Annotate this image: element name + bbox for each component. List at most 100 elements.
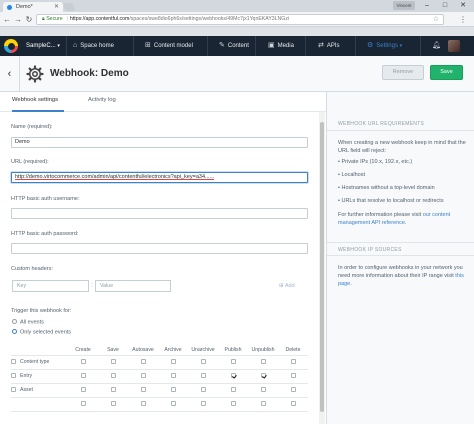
nav-content-model[interactable]: ⊞ Content model [145, 36, 193, 56]
event-checkbox[interactable] [290, 373, 296, 379]
nav-label: Settings [376, 43, 398, 49]
url-path: /spaces/swe8dio6ph6s/settings/webhooks/4… [129, 16, 290, 22]
url-requirements-more: For further information please visit our… [338, 211, 466, 227]
help-sidebar: WEBHOOK URL REQUIREMENTS When creating a… [326, 92, 474, 424]
event-checkbox[interactable] [290, 359, 296, 365]
event-checkbox[interactable] [140, 373, 146, 379]
entity-type-label: Content type [20, 359, 50, 365]
event-checkbox[interactable] [200, 359, 206, 365]
event-cell [218, 355, 248, 370]
nav-space-home[interactable]: ⌂ Space home [73, 36, 114, 56]
user-avatar[interactable] [448, 40, 460, 52]
bookmark-star-icon[interactable]: ☆ [433, 15, 439, 24]
event-cell [188, 355, 218, 370]
address-bar: ← → ↻ 🔒︎ Secure | https://app.contentful… [0, 12, 474, 27]
event-row-name: Asset [11, 383, 68, 398]
column-select-cell [98, 397, 128, 412]
tab-webhook-settings[interactable]: Webhook settings [12, 92, 64, 112]
name-field[interactable]: Demo [11, 137, 308, 148]
save-button[interactable]: Save [430, 65, 463, 80]
nav-content[interactable]: ✎ Content [219, 36, 249, 56]
event-checkbox[interactable] [170, 359, 176, 365]
browser-tab[interactable]: Demo* ✕ [3, 2, 63, 12]
browser-menu-icon[interactable]: ⋮ [458, 14, 468, 25]
contentful-logo[interactable] [4, 39, 18, 53]
event-checkbox[interactable] [260, 373, 266, 379]
nav-media[interactable]: ▣ Media [268, 36, 294, 56]
column-select-checkbox[interactable] [230, 401, 236, 407]
password-field[interactable] [11, 243, 308, 254]
row-select-checkbox[interactable] [11, 387, 16, 393]
url-field[interactable]: http://demo.virtocommerce.com/admin/api/… [11, 172, 308, 183]
event-checkbox[interactable] [140, 359, 146, 365]
event-checkbox[interactable] [140, 387, 146, 393]
event-checkbox[interactable] [170, 373, 176, 379]
url-value: http://demo.virtocommerce.com/admin/api/… [15, 174, 215, 180]
browser-titlebar: Demo* ✕ Vincent – □ ✕ [0, 0, 474, 12]
maximize-icon[interactable]: □ [437, 0, 453, 12]
header-key-input[interactable]: Key [12, 280, 89, 292]
radio-all-events[interactable]: All events [12, 319, 44, 326]
space-selector[interactable]: SampleC... ▾ [21, 36, 67, 56]
forward-arrow-icon[interactable]: → [13, 14, 23, 25]
tab-close-icon[interactable]: ✕ [54, 2, 59, 12]
event-checkbox[interactable] [230, 387, 236, 393]
tab-activity-log[interactable]: Activity log [88, 92, 116, 112]
column-select-checkbox[interactable] [110, 401, 116, 407]
event-checkbox[interactable] [290, 387, 296, 393]
column-select-checkbox[interactable] [170, 401, 176, 407]
notifications-bell-icon[interactable]: 🔔︎ [432, 36, 441, 56]
event-checkbox[interactable] [260, 359, 266, 365]
event-cell [128, 355, 158, 370]
tab-title: Demo* [16, 4, 33, 10]
column-select-checkbox[interactable] [260, 401, 266, 407]
scrollbar-thumb[interactable] [320, 122, 324, 412]
table-header-blank [11, 345, 68, 356]
column-select-cell [248, 397, 278, 412]
event-cell [128, 383, 158, 398]
more-prefix: For further information please visit [338, 212, 423, 218]
url-input[interactable]: 🔒︎ Secure | https://app.contentful.com/s… [36, 14, 444, 25]
close-window-icon[interactable]: ✕ [455, 0, 471, 12]
event-checkbox[interactable] [110, 373, 116, 379]
profile-badge[interactable]: Vincent [393, 1, 415, 10]
back-arrow-icon[interactable]: ← [2, 14, 12, 25]
event-checkbox[interactable] [80, 387, 86, 393]
column-select-checkbox[interactable] [200, 401, 206, 407]
event-checkbox[interactable] [170, 387, 176, 393]
username-field[interactable] [11, 208, 308, 219]
new-tab-button[interactable] [62, 3, 76, 11]
event-cell [98, 355, 128, 370]
reload-icon[interactable]: ↻ [24, 14, 34, 25]
content-model-icon: ⊞ [145, 42, 151, 49]
column-header-publish: Publish [218, 345, 248, 356]
event-checkbox[interactable] [110, 359, 116, 365]
header-value-input[interactable]: Value [95, 280, 171, 292]
radio-selected-events[interactable]: Only selected events [12, 329, 71, 336]
event-checkbox[interactable] [200, 373, 206, 379]
nav-apis[interactable]: ⇄ APIs [318, 36, 340, 56]
minimize-icon[interactable]: – [419, 0, 435, 12]
event-cell [278, 355, 308, 370]
column-select-checkbox[interactable] [80, 401, 86, 407]
event-checkbox[interactable] [80, 359, 86, 365]
event-checkbox[interactable] [260, 387, 266, 393]
row-select-checkbox[interactable] [11, 359, 16, 365]
row-select-checkbox[interactable] [11, 373, 16, 379]
url-requirements-intro: When creating a new webhook keep in mind… [338, 140, 466, 154]
event-checkbox[interactable] [200, 387, 206, 393]
add-header-button[interactable]: ⊞ Add [279, 280, 295, 292]
remove-button[interactable]: Remove [382, 65, 424, 80]
form-scrollbar[interactable] [319, 112, 325, 424]
event-checkbox[interactable] [230, 359, 236, 365]
requirement-item: Hostnames without a top-level domain [338, 184, 466, 192]
event-checkbox[interactable] [230, 373, 236, 379]
nav-settings[interactable]: ⚙ Settings ▾ [367, 36, 402, 56]
back-chevron-icon[interactable]: ‹ [0, 56, 20, 92]
event-cell [278, 383, 308, 398]
column-select-checkbox[interactable] [140, 401, 146, 407]
column-select-checkbox[interactable] [290, 401, 296, 407]
space-name: SampleC... [26, 43, 56, 49]
event-checkbox[interactable] [80, 373, 86, 379]
event-checkbox[interactable] [110, 387, 116, 393]
